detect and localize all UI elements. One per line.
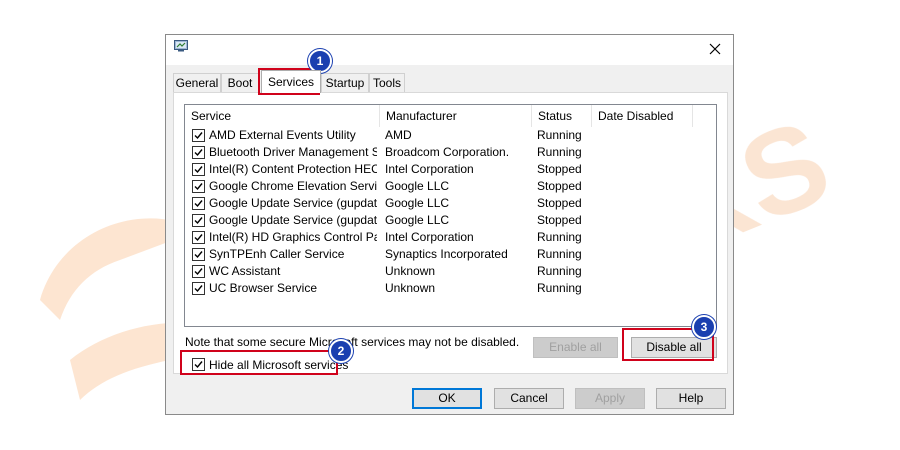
service-name: AMD External Events Utility	[209, 128, 356, 142]
ok-button[interactable]: OK	[412, 388, 482, 409]
column-header-manufacturer[interactable]: Manufacturer	[380, 105, 532, 127]
column-header-service[interactable]: Service	[185, 105, 380, 127]
table-row[interactable]: Google Update Service (gupdate) Google LL…	[185, 195, 716, 212]
checkmark-icon	[194, 132, 203, 140]
service-manufacturer: Synaptics Incorporated	[385, 247, 508, 261]
apply-button[interactable]: Apply	[575, 388, 645, 409]
service-name: UC Browser Service	[209, 281, 318, 295]
service-status: Running	[537, 247, 582, 261]
checkmark-icon	[194, 361, 203, 369]
service-checkbox[interactable]	[192, 129, 205, 142]
checkmark-icon	[194, 217, 203, 225]
table-row[interactable]: Intel(R) Content Protection HEC... Intel …	[185, 161, 716, 178]
cancel-button[interactable]: Cancel	[494, 388, 564, 409]
service-status: Stopped	[537, 162, 582, 176]
tab-services[interactable]: Services	[261, 70, 321, 93]
service-manufacturer: Unknown	[385, 281, 436, 295]
service-name: Bluetooth Driver Management S...	[209, 145, 377, 159]
checkmark-icon	[194, 149, 203, 157]
checkmark-icon	[194, 285, 203, 293]
service-name: Google Update Service (gupdate)	[209, 196, 377, 210]
step-badge-2: 2	[329, 339, 353, 363]
table-row[interactable]: Google Chrome Elevation Servic... Google …	[185, 178, 716, 195]
service-manufacturer: Google LLC	[385, 179, 450, 193]
checkmark-icon	[194, 234, 203, 242]
service-status: Running	[537, 128, 582, 142]
tab-general[interactable]: General	[173, 73, 221, 92]
service-status: Stopped	[537, 179, 582, 193]
checkmark-icon	[194, 268, 203, 276]
service-manufacturer: Intel Corporation	[385, 162, 474, 176]
table-row[interactable]: WC Assistant Unknown Running	[185, 263, 716, 280]
list-header: Service Manufacturer Status Date Disable…	[185, 105, 716, 127]
msconfig-app-icon	[174, 40, 188, 52]
system-configuration-dialog: General Boot Services Startup Tools Serv…	[165, 34, 734, 415]
service-status: Running	[537, 264, 582, 278]
checkmark-icon	[194, 200, 203, 208]
service-manufacturer: Google LLC	[385, 213, 450, 227]
service-status: Stopped	[537, 213, 582, 227]
service-name: Google Update Service (gupdatem)	[209, 213, 377, 227]
service-status: Running	[537, 281, 582, 295]
services-panel: Service Manufacturer Status Date Disable…	[173, 92, 728, 374]
title-bar	[166, 35, 733, 65]
checkmark-icon	[194, 166, 203, 174]
tab-startup[interactable]: Startup	[321, 73, 369, 92]
checkmark-icon	[194, 183, 203, 191]
table-row[interactable]: Google Update Service (gupdatem) Google L…	[185, 212, 716, 229]
table-row[interactable]: SynTPEnh Caller Service Synaptics Incorpo…	[185, 246, 716, 263]
column-header-status[interactable]: Status	[532, 105, 592, 127]
hide-microsoft-services-option[interactable]: Hide all Microsoft services	[185, 356, 349, 374]
service-name: Intel(R) Content Protection HEC...	[209, 162, 377, 176]
service-manufacturer: Broadcom Corporation.	[385, 145, 510, 159]
service-checkbox[interactable]	[192, 180, 205, 193]
checkmark-icon	[194, 251, 203, 259]
table-row[interactable]: Bluetooth Driver Management S... Broadcom…	[185, 144, 716, 161]
service-status: Stopped	[537, 196, 582, 210]
column-header-date-disabled[interactable]: Date Disabled	[592, 105, 693, 127]
table-row[interactable]: AMD External Events Utility AMD Running	[185, 127, 716, 144]
service-checkbox[interactable]	[192, 163, 205, 176]
close-icon	[709, 43, 721, 55]
service-status: Running	[537, 145, 582, 159]
service-status: Running	[537, 230, 582, 244]
table-row[interactable]: Intel(R) HD Graphics Control Pa... Intel …	[185, 229, 716, 246]
help-button[interactable]: Help	[656, 388, 726, 409]
hide-microsoft-services-checkbox[interactable]	[192, 358, 205, 371]
service-name: Intel(R) HD Graphics Control Pa...	[209, 230, 377, 244]
enable-all-button[interactable]: Enable all	[533, 337, 618, 358]
tab-boot[interactable]: Boot	[221, 73, 259, 92]
service-checkbox[interactable]	[192, 146, 205, 159]
service-name: Google Chrome Elevation Servic...	[209, 179, 377, 193]
hide-microsoft-services-label: Hide all Microsoft services	[209, 358, 349, 372]
service-checkbox[interactable]	[192, 265, 205, 278]
step-badge-3: 3	[692, 315, 716, 339]
service-manufacturer: Intel Corporation	[385, 230, 474, 244]
tab-tools[interactable]: Tools	[369, 73, 405, 92]
service-name: WC Assistant	[209, 264, 281, 278]
service-checkbox[interactable]	[192, 231, 205, 244]
service-manufacturer: Unknown	[385, 264, 436, 278]
service-checkbox[interactable]	[192, 282, 205, 295]
disable-all-button[interactable]: Disable all	[631, 337, 717, 358]
table-row[interactable]: UC Browser Service Unknown Running	[185, 280, 716, 297]
service-checkbox[interactable]	[192, 248, 205, 261]
services-list[interactable]: Service Manufacturer Status Date Disable…	[184, 104, 717, 327]
service-manufacturer: AMD	[385, 128, 412, 142]
close-button[interactable]	[705, 39, 725, 59]
service-name: SynTPEnh Caller Service	[209, 247, 345, 261]
service-manufacturer: Google LLC	[385, 196, 450, 210]
service-checkbox[interactable]	[192, 197, 205, 210]
service-checkbox[interactable]	[192, 214, 205, 227]
